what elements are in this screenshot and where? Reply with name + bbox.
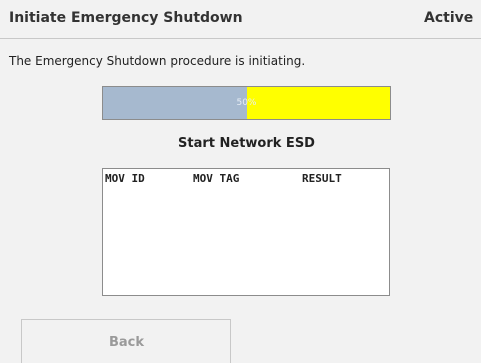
progress-label: 50% bbox=[236, 98, 257, 108]
column-header-mov-id: MOV ID bbox=[105, 172, 145, 185]
progress-bar: 50% bbox=[102, 86, 391, 120]
column-header-mov-tag: MOV TAG bbox=[193, 172, 240, 185]
results-header-row: MOV ID MOV TAG RESULT bbox=[103, 172, 389, 188]
esd-window: Initiate Emergency Shutdown Active The E… bbox=[0, 0, 481, 363]
back-button[interactable]: Back bbox=[21, 319, 231, 363]
page-title: Initiate Emergency Shutdown bbox=[9, 10, 243, 26]
section-title: Start Network ESD bbox=[178, 136, 315, 151]
status-label: Active bbox=[424, 10, 474, 26]
column-header-result: RESULT bbox=[302, 172, 342, 185]
status-message: The Emergency Shutdown procedure is init… bbox=[9, 54, 306, 68]
header-bar: Initiate Emergency Shutdown Active bbox=[0, 0, 481, 39]
results-list[interactable]: MOV ID MOV TAG RESULT bbox=[102, 168, 390, 296]
